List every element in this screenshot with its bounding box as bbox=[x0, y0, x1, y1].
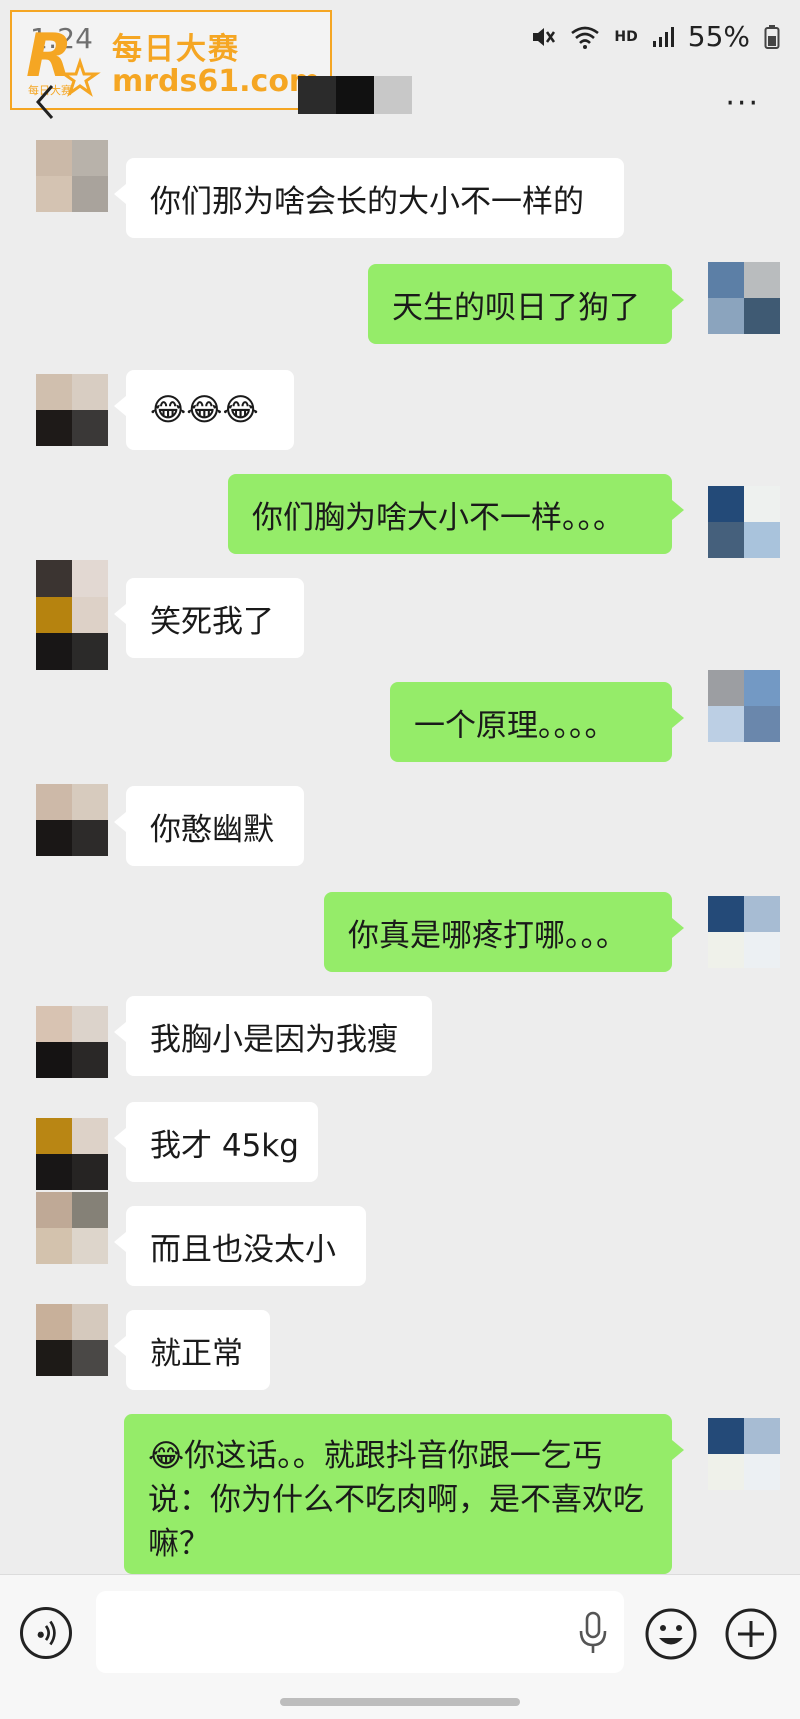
message-bubble[interactable]: 一个原理。。。。 bbox=[390, 682, 684, 762]
plus-icon[interactable] bbox=[724, 1607, 778, 1661]
avatar[interactable] bbox=[36, 1192, 108, 1264]
avatar[interactable] bbox=[708, 670, 780, 742]
avatar[interactable] bbox=[36, 560, 108, 670]
battery-percentage: 55% bbox=[687, 20, 750, 53]
message-bubble[interactable]: 笑死我了 bbox=[114, 578, 304, 658]
avatar[interactable] bbox=[36, 374, 108, 446]
avatar[interactable] bbox=[36, 1006, 108, 1078]
more-options-button[interactable]: ··· bbox=[725, 86, 760, 121]
message-bubble[interactable]: 你真是哪疼打哪。。。 bbox=[324, 892, 684, 972]
voice-icon[interactable] bbox=[20, 1607, 72, 1659]
mute-icon bbox=[533, 27, 556, 46]
battery-icon bbox=[764, 24, 780, 49]
chat-header: ··· bbox=[0, 70, 800, 140]
message-bubble[interactable]: 😂你这话。。就跟抖音你跟一乞丐说：你为什么不吃肉啊，是不喜欢吃嘛？ bbox=[124, 1414, 684, 1574]
avatar[interactable] bbox=[36, 1118, 108, 1190]
message-bubble[interactable]: 你憨幽默 bbox=[114, 786, 304, 866]
emoji-icon[interactable] bbox=[644, 1607, 698, 1661]
message-input[interactable] bbox=[96, 1591, 624, 1673]
message-bubble[interactable]: 就正常 bbox=[114, 1310, 270, 1390]
message-bubble[interactable]: 你们胸为啥大小不一样。。。 bbox=[228, 474, 684, 554]
message-bubble[interactable]: 我胸小是因为我瘦 bbox=[114, 996, 432, 1076]
signal-icon bbox=[652, 26, 674, 47]
wifi-icon bbox=[571, 26, 600, 49]
message-bubble[interactable]: 我才 45kg bbox=[114, 1102, 318, 1182]
avatar[interactable] bbox=[36, 784, 108, 856]
avatar[interactable] bbox=[708, 262, 780, 334]
contact-name-pixelated[interactable] bbox=[298, 76, 412, 114]
avatar[interactable] bbox=[708, 896, 780, 968]
avatar[interactable] bbox=[36, 1304, 108, 1376]
back-arrow-icon[interactable] bbox=[30, 82, 60, 122]
network-type-label: HD bbox=[614, 28, 638, 45]
mic-icon[interactable] bbox=[576, 1611, 610, 1655]
message-bubble[interactable]: 而且也没太小 bbox=[114, 1206, 366, 1286]
message-bubble[interactable]: 天生的呗日了狗了 bbox=[368, 264, 684, 344]
avatar[interactable] bbox=[708, 486, 780, 558]
avatar[interactable] bbox=[708, 1418, 780, 1490]
message-bubble[interactable]: 😂😂😂 bbox=[114, 370, 294, 450]
message-bubble[interactable]: 你们那为啥会长的大小不一样的 bbox=[114, 158, 624, 238]
watermark-title: 每日大赛 bbox=[112, 32, 240, 67]
home-indicator[interactable] bbox=[280, 1698, 520, 1706]
avatar[interactable] bbox=[36, 140, 108, 212]
status-icons: HD 55% bbox=[530, 20, 780, 53]
